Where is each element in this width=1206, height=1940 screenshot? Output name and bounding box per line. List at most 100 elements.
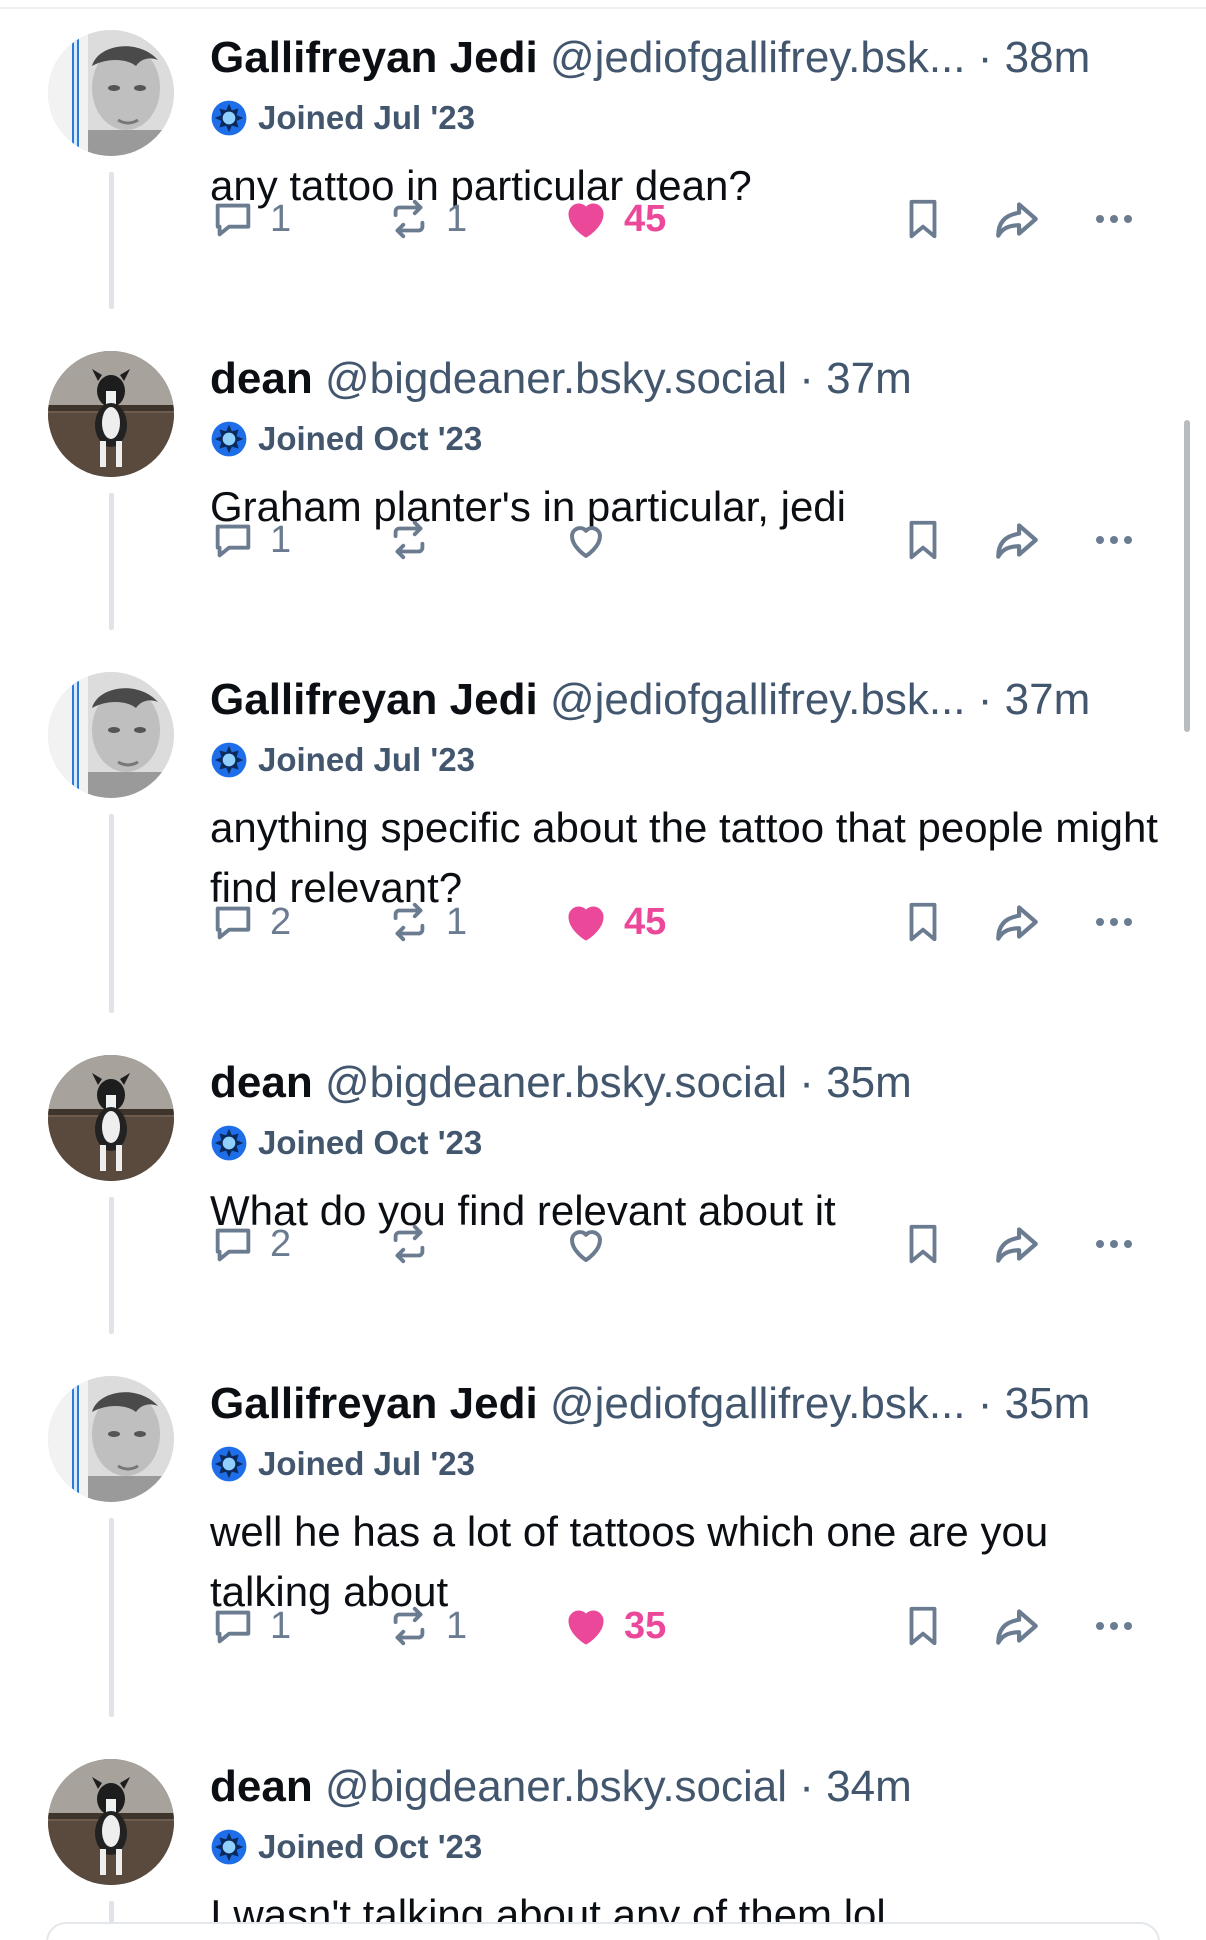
author-handle[interactable]: @jediofgallifrey.bsk... — [550, 33, 966, 82]
repost-button[interactable] — [386, 1214, 446, 1274]
avatar[interactable] — [48, 1055, 174, 1181]
post-item[interactable]: Gallifreyan Jedi @jediofgallifrey.bsk...… — [0, 642, 1206, 1025]
joined-date: Joined Oct '23 — [258, 420, 483, 457]
scrollbar[interactable] — [1184, 420, 1190, 732]
more-options-button[interactable] — [1090, 892, 1138, 952]
new-user-icon — [210, 420, 248, 458]
thread-line — [109, 1197, 114, 1334]
post-item[interactable]: dean @bigdeaner.bsky.social · 35m Joined … — [0, 1025, 1206, 1346]
heart-icon — [562, 195, 610, 243]
repost-icon — [386, 1603, 432, 1649]
joined-badge: Joined Oct '23 — [210, 1123, 1170, 1163]
post-content: Gallifreyan Jedi @jediofgallifrey.bsk...… — [210, 674, 1170, 918]
avatar-column — [48, 1759, 174, 1885]
avatar[interactable] — [48, 351, 174, 477]
more-icon — [1090, 1602, 1138, 1650]
like-button[interactable]: 35 — [562, 1596, 666, 1656]
separator-dot: · — [799, 1058, 814, 1107]
heart-icon — [562, 1220, 610, 1268]
post-timestamp[interactable]: 38m — [1005, 33, 1091, 82]
post-timestamp[interactable]: 35m — [826, 1058, 912, 1107]
author-display-name[interactable]: dean — [210, 1058, 313, 1107]
repost-button[interactable]: 1 — [386, 892, 467, 952]
like-count: 45 — [624, 900, 667, 943]
post-item[interactable]: dean @bigdeaner.bsky.social · 37m Joined … — [0, 321, 1206, 642]
bookmark-button[interactable] — [900, 1596, 946, 1656]
repost-count: 1 — [446, 900, 468, 943]
reply-button[interactable]: 1 — [210, 510, 291, 570]
post-timestamp[interactable]: 34m — [826, 1762, 912, 1811]
author-handle[interactable]: @bigdeaner.bsky.social — [325, 1058, 787, 1107]
post-content: Gallifreyan Jedi @jediofgallifrey.bsk...… — [210, 1378, 1170, 1622]
post-actions: 1 1 35 — [210, 1596, 1160, 1656]
like-button[interactable]: 45 — [562, 892, 666, 952]
reply-icon — [210, 1221, 256, 1267]
repost-icon — [386, 196, 432, 242]
reply-button[interactable]: 2 — [210, 892, 291, 952]
more-icon — [1090, 195, 1138, 243]
repost-button[interactable]: 1 — [386, 1596, 467, 1656]
like-count: 35 — [624, 1604, 667, 1647]
author-display-name[interactable]: Gallifreyan Jedi — [210, 1379, 538, 1428]
more-options-button[interactable] — [1090, 1214, 1138, 1274]
author-handle[interactable]: @bigdeaner.bsky.social — [325, 354, 787, 403]
post-item[interactable]: dean @bigdeaner.bsky.social · 34m Joined … — [0, 1729, 1206, 1940]
author-handle[interactable]: @jediofgallifrey.bsk... — [550, 1379, 966, 1428]
share-button[interactable] — [992, 892, 1042, 952]
more-options-button[interactable] — [1090, 189, 1138, 249]
bookmark-button[interactable] — [900, 892, 946, 952]
avatar-column — [48, 351, 174, 477]
more-options-button[interactable] — [1090, 510, 1138, 570]
author-display-name[interactable]: dean — [210, 1762, 313, 1811]
more-options-button[interactable] — [1090, 1596, 1138, 1656]
share-icon — [992, 1601, 1042, 1651]
avatar[interactable] — [48, 1376, 174, 1502]
joined-date: Joined Oct '23 — [258, 1828, 483, 1865]
author-display-name[interactable]: Gallifreyan Jedi — [210, 33, 538, 82]
reply-button[interactable]: 1 — [210, 189, 291, 249]
bookmark-button[interactable] — [900, 189, 946, 249]
author-handle[interactable]: @bigdeaner.bsky.social — [325, 1762, 787, 1811]
new-user-icon — [210, 1828, 248, 1866]
author-handle[interactable]: @jediofgallifrey.bsk... — [550, 675, 966, 724]
share-button[interactable] — [992, 1596, 1042, 1656]
avatar-column — [48, 1055, 174, 1181]
avatar[interactable] — [48, 30, 174, 156]
post-timestamp[interactable]: 37m — [826, 354, 912, 403]
reply-button[interactable]: 2 — [210, 1214, 291, 1274]
share-button[interactable] — [992, 510, 1042, 570]
reply-count: 1 — [270, 197, 292, 240]
new-user-icon — [210, 1445, 248, 1483]
bookmark-icon — [900, 899, 946, 945]
share-button[interactable] — [992, 1214, 1042, 1274]
avatar[interactable] — [48, 672, 174, 798]
reply-button[interactable]: 1 — [210, 1596, 291, 1656]
like-button[interactable] — [562, 510, 624, 570]
author-display-name[interactable]: Gallifreyan Jedi — [210, 675, 538, 724]
post-item[interactable]: Gallifreyan Jedi @jediofgallifrey.bsk...… — [0, 1346, 1206, 1729]
author-display-name[interactable]: dean — [210, 354, 313, 403]
avatar-column — [48, 1376, 174, 1502]
post-timestamp[interactable]: 37m — [1005, 675, 1091, 724]
heart-icon — [562, 898, 610, 946]
joined-date: Joined Oct '23 — [258, 1124, 483, 1161]
repost-button[interactable] — [386, 510, 446, 570]
like-button[interactable] — [562, 1214, 624, 1274]
post-actions: 1 — [210, 510, 1160, 570]
avatar[interactable] — [48, 1759, 174, 1885]
bookmark-icon — [900, 1603, 946, 1649]
more-icon — [1090, 898, 1138, 946]
post-timestamp[interactable]: 35m — [1005, 1379, 1091, 1428]
like-button[interactable]: 45 — [562, 189, 666, 249]
repost-button[interactable]: 1 — [386, 189, 467, 249]
bookmark-button[interactable] — [900, 510, 946, 570]
post-header: Gallifreyan Jedi @jediofgallifrey.bsk...… — [210, 674, 1170, 726]
bookmark-button[interactable] — [900, 1214, 946, 1274]
share-button[interactable] — [992, 189, 1042, 249]
reply-count: 1 — [270, 518, 292, 561]
separator-dot: · — [977, 675, 993, 724]
new-user-icon — [210, 99, 248, 137]
post-item[interactable]: Gallifreyan Jedi @jediofgallifrey.bsk...… — [0, 0, 1206, 321]
bottom-composer-edge[interactable] — [46, 1922, 1160, 1940]
repost-count: 1 — [446, 1604, 468, 1647]
